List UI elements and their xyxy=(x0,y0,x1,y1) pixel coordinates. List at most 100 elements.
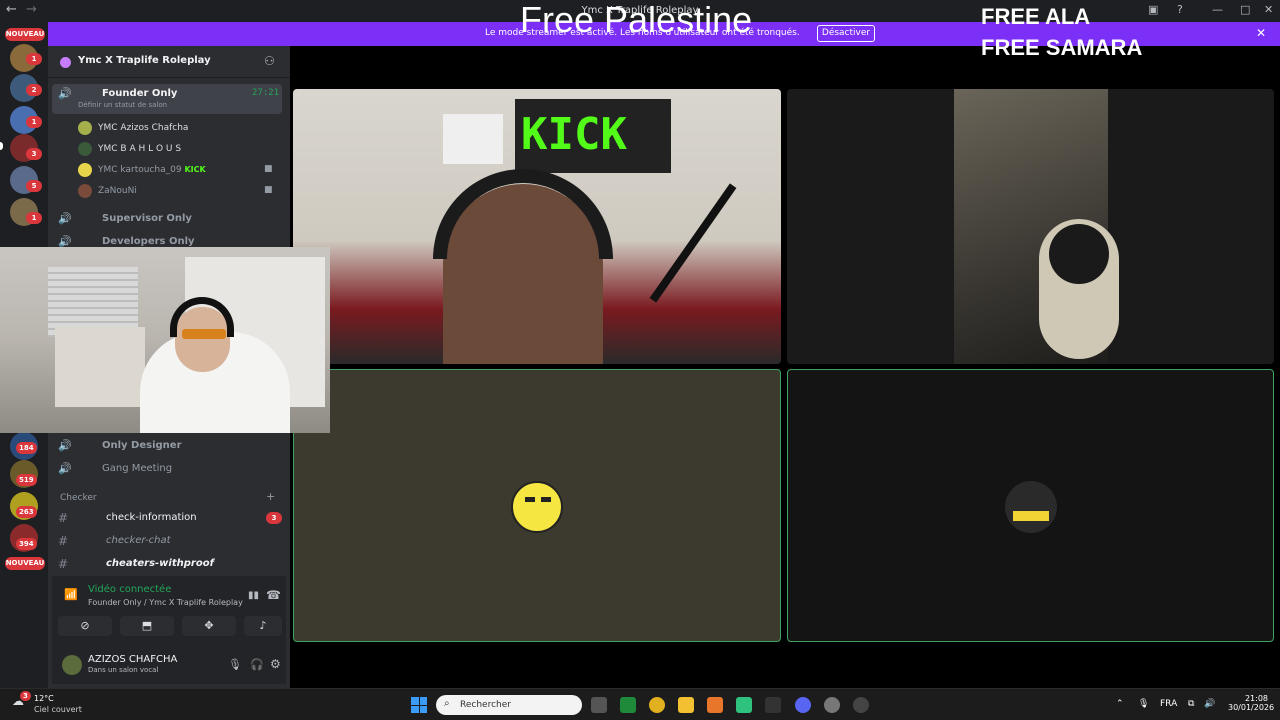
speaker-icon: 🔊 xyxy=(58,439,72,452)
app-icon[interactable] xyxy=(707,697,723,713)
app-icon[interactable] xyxy=(765,697,781,713)
tray-mic-icon[interactable]: 🎙 xyxy=(1138,699,1149,709)
user-avatar xyxy=(511,481,563,533)
server-name: Ymc X Traplife Roleplay xyxy=(78,55,211,66)
speaker-icon: 🔊 xyxy=(58,212,72,225)
weather-temp: 12°C xyxy=(34,694,54,703)
avatar-tile[interactable] xyxy=(787,369,1274,642)
disconnect-icon[interactable]: ☎ xyxy=(266,588,281,602)
user-name: kartoucha_09 xyxy=(120,165,182,175)
settings-icon[interactable] xyxy=(824,697,840,713)
avatar xyxy=(78,121,92,135)
minimize-icon[interactable]: — xyxy=(1212,3,1223,16)
network-icon[interactable]: ⧉ xyxy=(1188,699,1194,709)
headphones-icon[interactable]: 🎧 xyxy=(250,658,264,671)
voice-channel-gang-meeting[interactable]: 🔊 Gang Meeting xyxy=(52,459,282,479)
invite-people-icon[interactable]: ⚇ xyxy=(264,54,275,68)
avatar-tile[interactable] xyxy=(293,369,781,642)
channel-label: cheaters-withproof xyxy=(106,558,214,569)
server-badge: 263 xyxy=(16,506,37,518)
server-badge: 394 xyxy=(16,538,37,550)
video-tile[interactable]: KICK xyxy=(293,89,781,364)
taskbar-search[interactable]: ⌕ Rechercher xyxy=(436,695,582,715)
user-avatar xyxy=(1005,481,1057,533)
user-name: B A H L O U S xyxy=(120,144,182,154)
microphone-icon[interactable]: 🎙 xyxy=(228,658,242,671)
server-badge: 3 xyxy=(26,148,42,160)
language-indicator[interactable]: FRA xyxy=(1160,699,1177,709)
streamer-mode-banner: Le mode streamer est activé. Les noms d'… xyxy=(48,22,1280,46)
help-icon[interactable]: ? xyxy=(1177,3,1183,16)
new-badge: NOUVEAU xyxy=(5,28,45,41)
server-header[interactable]: Ymc X Traplife Roleplay ⚇ xyxy=(48,46,290,78)
file-explorer-icon[interactable] xyxy=(678,697,694,713)
voice-user[interactable]: ZaNouNi ■ xyxy=(78,181,278,201)
settings-gear-icon[interactable]: ⚙ xyxy=(270,657,281,671)
app-icon[interactable] xyxy=(620,697,636,713)
camera-off-button[interactable]: ⊘ xyxy=(58,616,112,636)
user-name: ZaNouNi xyxy=(98,186,137,196)
text-channel-check-information[interactable]: # check-information 3 xyxy=(52,508,282,528)
app-icon[interactable] xyxy=(853,697,869,713)
close-banner-icon[interactable]: ✕ xyxy=(1256,26,1266,40)
hash-icon: # xyxy=(58,557,69,571)
new-badge: NOUVEAU xyxy=(5,557,45,570)
speaker-icon: 🔊 xyxy=(58,462,72,475)
server-badge: 1 xyxy=(26,53,42,65)
user-name: AZIZOS CHAFCHA xyxy=(88,654,178,665)
user-status: Dans un salon vocal xyxy=(88,666,159,674)
start-button[interactable] xyxy=(411,697,427,713)
server-badge: 5 xyxy=(26,180,42,192)
voice-location[interactable]: Founder Only / Ymc X Traplife Roleplay xyxy=(88,598,243,607)
video-tile[interactable] xyxy=(787,89,1274,364)
signal-icon: 📶 xyxy=(64,588,78,601)
user-prefix: YMC xyxy=(98,123,118,133)
webcam-overlay xyxy=(0,247,330,433)
channel-label: Gang Meeting xyxy=(102,463,173,474)
maximize-icon[interactable]: □ xyxy=(1240,3,1250,16)
category-checker[interactable]: Checker xyxy=(60,493,97,503)
user-panel: AZIZOS CHAFCHA Dans un salon vocal 🎙 🎧 ⚙ xyxy=(52,646,286,684)
channel-status[interactable]: Définir un statut de salon xyxy=(78,101,167,109)
server-badge: 519 xyxy=(16,474,37,486)
channel-label: Developers Only xyxy=(102,236,195,247)
server-logo-icon xyxy=(60,57,71,68)
avatar[interactable] xyxy=(62,655,82,675)
app-icon[interactable] xyxy=(736,697,752,713)
text-channel-cheaters[interactable]: # cheaters-withproof xyxy=(52,554,282,574)
voice-channel-designer[interactable]: 🔊 Only Designer xyxy=(52,436,282,456)
user-prefix: YMC xyxy=(98,165,118,175)
voice-user[interactable]: YMC B A H L O U S xyxy=(78,139,278,159)
task-view-icon[interactable] xyxy=(591,697,607,713)
kick-logo: KICK xyxy=(515,99,671,173)
voice-channel-founder-only[interactable]: 🔊 Founder Only 27:21 Définir un statut d… xyxy=(52,84,282,114)
disable-streamer-button[interactable]: Désactiver xyxy=(817,25,875,42)
avatar xyxy=(78,184,92,198)
speaker-icon: 🔊 xyxy=(58,87,72,100)
hash-icon: # xyxy=(58,534,69,548)
activities-button[interactable]: ✥ xyxy=(182,616,236,636)
camera-icon: ■ xyxy=(264,164,273,174)
soundboard-button[interactable]: ♪ xyxy=(244,616,282,636)
chrome-icon[interactable] xyxy=(649,697,665,713)
call-timer: 27:21 xyxy=(252,88,280,98)
add-channel-icon[interactable]: + xyxy=(266,490,275,503)
volume-icon[interactable]: 🔊 xyxy=(1204,699,1215,709)
voice-user[interactable]: YMC Azizos Chafcha xyxy=(78,118,278,138)
channel-label: Founder Only xyxy=(102,88,178,99)
voice-channel-supervisor[interactable]: 🔊 Supervisor Only xyxy=(52,209,282,229)
voice-user[interactable]: YMC kartoucha_09 KICK ■ xyxy=(78,160,278,180)
noise-suppression-icon[interactable]: ▮▮ xyxy=(248,590,259,601)
weather-desc: Ciel couvert xyxy=(34,705,82,714)
inbox-icon[interactable]: ▣ xyxy=(1148,3,1158,16)
server-badge: 184 xyxy=(16,442,37,454)
text-channel-checker-chat[interactable]: # checker-chat xyxy=(52,531,282,551)
screen-share-button[interactable]: ⬒ xyxy=(120,616,174,636)
clock[interactable]: 21:08 30/01/2026 xyxy=(1228,694,1274,712)
tray-chevron-icon[interactable]: ⌃ xyxy=(1116,699,1124,709)
clock-time: 21:08 xyxy=(1244,694,1268,703)
taskbar: ☁ 3 12°C Ciel couvert ⌕ Rechercher ⌃ 🎙 F… xyxy=(0,688,1280,720)
discord-icon[interactable] xyxy=(795,697,811,713)
close-window-icon[interactable]: ✕ xyxy=(1264,3,1273,16)
avatar xyxy=(78,163,92,177)
